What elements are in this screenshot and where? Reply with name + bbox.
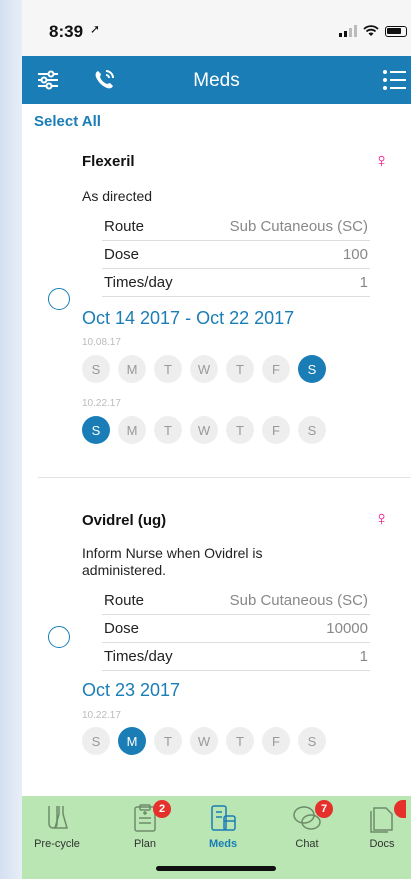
med-name: Ovidrel (ug) bbox=[82, 512, 167, 529]
day-circle[interactable]: F bbox=[262, 727, 290, 755]
times-per-day-label: Times/day bbox=[104, 648, 173, 665]
select-med-radio[interactable] bbox=[48, 626, 70, 648]
tab-pre-cycle[interactable]: Pre-cycle bbox=[22, 802, 92, 850]
dose-value: 10000 bbox=[326, 620, 368, 637]
week-label: 10.22.17 bbox=[82, 710, 121, 721]
day-circle-selected[interactable]: M bbox=[118, 727, 146, 755]
tab-chat[interactable]: 7 Chat bbox=[272, 800, 342, 850]
meds-icon bbox=[211, 805, 236, 831]
chat-badge: 7 bbox=[315, 800, 333, 818]
tab-plan[interactable]: 2 Plan bbox=[110, 800, 180, 850]
tab-label: Plan bbox=[133, 838, 157, 850]
docs-badge bbox=[394, 800, 406, 818]
med-instructions: Inform Nurse when Ovidrel is administere… bbox=[82, 545, 263, 578]
route-label: Route bbox=[104, 592, 145, 609]
week-days: S M T W T F S bbox=[82, 727, 326, 755]
dose-label: Dose bbox=[104, 620, 140, 637]
times-per-day-value: 1 bbox=[359, 648, 368, 665]
tab-label: Chat bbox=[295, 838, 319, 850]
female-symbol-icon: ♀ bbox=[374, 508, 389, 530]
tab-label: Docs bbox=[369, 838, 395, 850]
route-row: Route Sub Cutaneous (SC) bbox=[102, 587, 370, 615]
plan-badge: 2 bbox=[153, 800, 171, 818]
day-circle[interactable]: S bbox=[82, 727, 110, 755]
day-circle[interactable]: S bbox=[298, 727, 326, 755]
flask-icon bbox=[48, 806, 68, 829]
times-per-day-row: Times/day 1 bbox=[102, 643, 370, 671]
med-card-ovidrel: Ovidrel (ug) ♀ Inform Nurse when Ovidrel… bbox=[22, 0, 411, 790]
day-circle[interactable]: T bbox=[154, 727, 182, 755]
route-value: Sub Cutaneous (SC) bbox=[229, 592, 368, 609]
dose-row: Dose 10000 bbox=[102, 615, 370, 643]
tab-meds[interactable]: Meds bbox=[188, 802, 258, 850]
tab-label: Pre-cycle bbox=[34, 838, 80, 850]
date-range: Oct 23 2017 bbox=[82, 680, 181, 700]
day-circle[interactable]: T bbox=[226, 727, 254, 755]
tab-label: Meds bbox=[208, 838, 238, 850]
home-indicator bbox=[156, 866, 276, 871]
day-circle[interactable]: W bbox=[190, 727, 218, 755]
tab-docs[interactable]: Docs bbox=[352, 800, 411, 850]
phone-screen: 8:39 ➚ Meds Select All Flexeril ♀ As dir… bbox=[22, 0, 411, 879]
